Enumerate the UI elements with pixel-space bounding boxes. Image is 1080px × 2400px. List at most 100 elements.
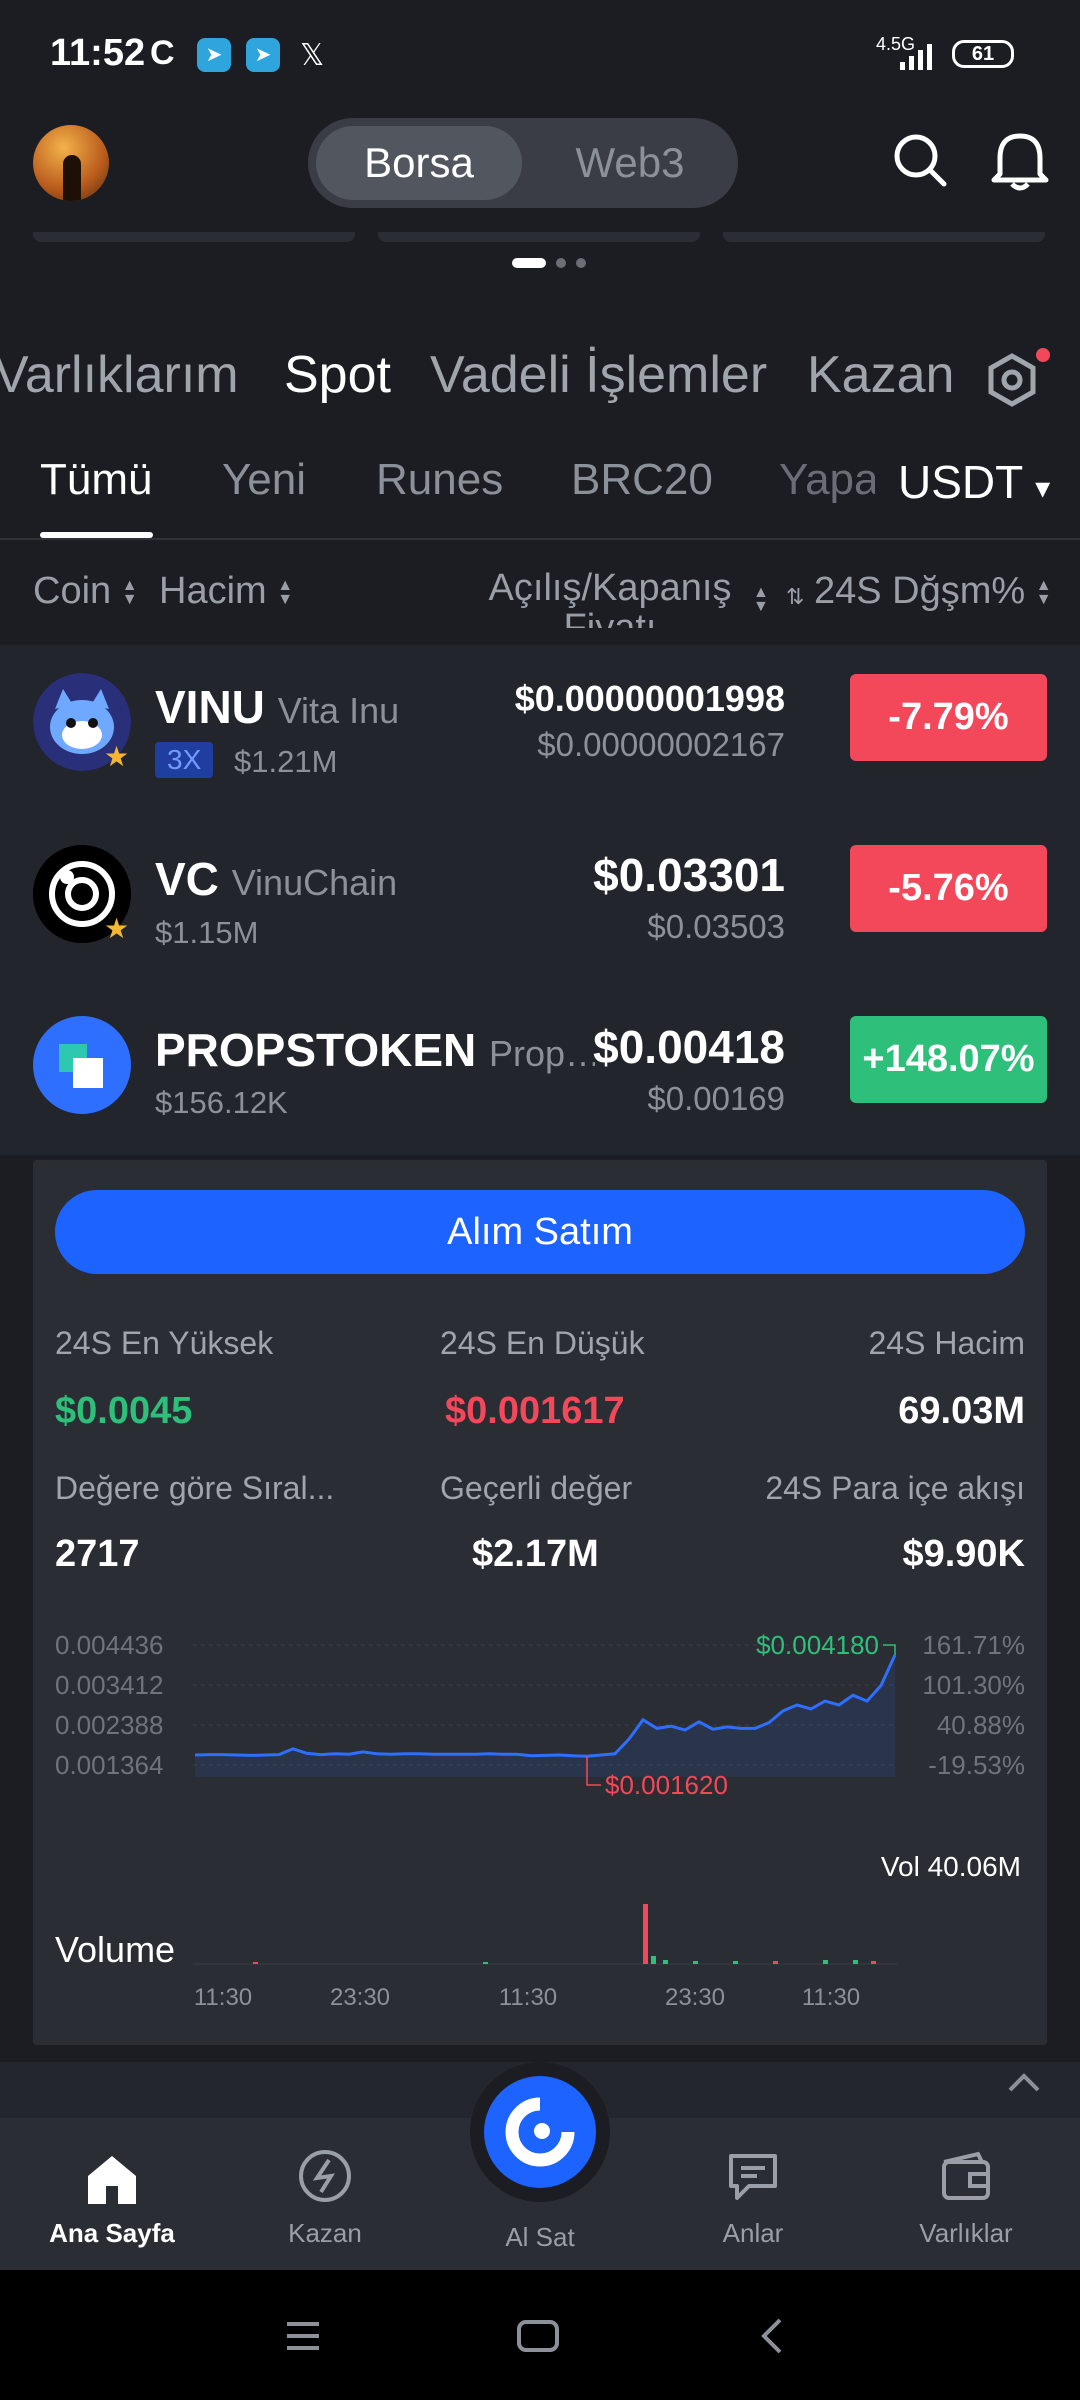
wallet-icon (942, 2151, 990, 2200)
back-icon[interactable] (754, 2316, 790, 2356)
tab-kazan[interactable]: Kazan (807, 345, 954, 405)
x-tick-label: 11:30 (499, 1984, 557, 2011)
battery-icon: 61 (952, 40, 1014, 68)
nav-assets[interactable]: Varlıklar (866, 2118, 1066, 2270)
quote-currency: USDT (898, 456, 1023, 508)
search-icon[interactable] (890, 130, 950, 190)
status-bar: 11:52 C ➤ ➤ 𝕏 4.5G 61 (0, 0, 1080, 110)
home-icon (88, 2156, 136, 2204)
nav-trade[interactable]: Al Sat (440, 2062, 640, 2270)
filter-new[interactable]: Yeni (222, 455, 306, 505)
volume-total-label: Vol 40.06M (881, 1851, 1021, 1882)
y-tick-label: 0.001364 (55, 1750, 163, 1780)
filter-more[interactable]: Yapa (779, 455, 875, 505)
y-tick-label: 0.004436 (55, 1630, 163, 1660)
stat-label: Değere göre Sıral... (55, 1470, 335, 1506)
trade-button[interactable]: Alım Satım (55, 1190, 1025, 1274)
nav-label: Al Sat (505, 2222, 575, 2252)
favorite-star-icon: ★ (104, 913, 130, 944)
nav-earn[interactable]: Kazan (225, 2118, 425, 2270)
propstoken-logo (33, 1016, 131, 1114)
volume-bar (643, 1904, 648, 1964)
price-chart-svg: 0.004436 0.003412 0.002388 0.001364 161.71% 1… (55, 1630, 1025, 2011)
settings-icon[interactable] (982, 350, 1042, 410)
high-price-label: $0.004180 (756, 1630, 879, 1660)
signal-icon (898, 38, 940, 72)
trade-fab-circle (484, 2076, 596, 2188)
coin-symbol: VC VinuChain (155, 853, 398, 905)
coin-volume: $156.12K (155, 1085, 288, 1120)
stat-rank: 2717 (55, 1533, 140, 1575)
trade-logo-icon (505, 2097, 575, 2167)
bottom-nav: Ana Sayfa Kazan Al Sat Anlar Varlıklar (0, 2062, 1080, 2270)
tab-web3[interactable]: Web3 (530, 126, 730, 200)
menu-icon[interactable] (283, 2318, 323, 2354)
stat-label: Geçerli değer (440, 1470, 633, 1506)
market-tabs: Varlıklarım Spot Vadeli İşlemler Kazan (0, 345, 1080, 415)
coin-symbol: PROPSTOKEN Prop… (155, 1023, 595, 1077)
notification-dot (1036, 348, 1050, 362)
stat-high: $0.0045 (55, 1390, 193, 1432)
avatar[interactable] (33, 125, 109, 201)
coin-price: $0.00000001998 (514, 678, 785, 719)
volume-bar (253, 1962, 258, 1964)
tab-vadeli[interactable]: Vadeli İşlemler (430, 345, 767, 405)
sort-icon: ▲ ▼ (1035, 576, 1052, 608)
nav-moments[interactable]: Anlar (653, 2118, 853, 2270)
nav-home[interactable]: Ana Sayfa (12, 2118, 212, 2270)
quote-selector[interactable]: USDT ▾ (898, 455, 1050, 515)
swap-icon[interactable]: ⇅ (786, 584, 804, 610)
column-coin[interactable]: Coin ▲ ▼ (33, 570, 138, 613)
filter-brc20[interactable]: BRC20 (571, 455, 713, 505)
filter-runes[interactable]: Runes (376, 455, 503, 505)
low-price-label: $0.001620 (605, 1770, 728, 1800)
stat-inflow: $9.90K (902, 1533, 1025, 1575)
divider (0, 538, 1080, 540)
favorite-star-icon: ★ (104, 741, 130, 772)
area-fill (195, 1655, 895, 1777)
nav-label: Anlar (722, 2218, 784, 2248)
chevron-up-icon (1004, 2068, 1044, 2103)
volume-bar (733, 1961, 738, 1964)
y-tick-label-right: 161.71% (922, 1630, 1025, 1660)
nav-label: Kazan (288, 2218, 362, 2248)
sort-icon: ▲ ▼ (753, 584, 769, 615)
price-chart[interactable]: 0.004436 0.003412 0.002388 0.001364 161.71% 1… (33, 1610, 1047, 2020)
nav-label: Varlıklar (919, 2218, 1013, 2248)
coin-price: $0.03301 (593, 849, 785, 901)
column-change[interactable]: 24S Dğşm% ▲ ▼ (814, 570, 1052, 613)
stat-label: 24S En Düşük (440, 1325, 645, 1361)
carousel-indicator (512, 258, 586, 268)
bell-icon[interactable] (990, 128, 1050, 192)
column-volume[interactable]: Hacim ▲ ▼ (159, 570, 293, 613)
system-navigation (0, 2270, 1080, 2400)
x-tick-label: 23:30 (330, 1984, 390, 2011)
coin-prev-price: $0.03503 (647, 908, 785, 945)
sort-icon: ▲ ▼ (277, 576, 294, 608)
volume-bar (773, 1961, 778, 1964)
tab-borsa[interactable]: Borsa (316, 126, 522, 200)
y-tick-label-right: 40.88% (937, 1710, 1025, 1740)
stat-label: 24S En Yüksek (55, 1325, 274, 1361)
tab-varliklarim[interactable]: Varlıklarım (0, 345, 239, 405)
coin-prev-price: $0.00169 (647, 1080, 785, 1117)
coin-name: Prop… (489, 1033, 595, 1074)
tab-spot[interactable]: Spot (284, 345, 391, 405)
sync-icon: C (150, 34, 175, 72)
stat-market-cap: $2.17M (472, 1533, 599, 1575)
coin-price: $0.00418 (593, 1021, 785, 1073)
lightning-icon (299, 2150, 351, 2202)
y-tick-label-right: 101.30% (922, 1670, 1025, 1700)
coin-name: Vita Inu (277, 690, 400, 731)
volume-bar (823, 1960, 828, 1964)
telegram-icon: ➤ (246, 38, 280, 72)
column-price[interactable]: Açılış/Kapanış Fiyatı (470, 568, 750, 628)
y-tick-label: 0.002388 (55, 1710, 163, 1740)
coin-symbol: VINU Vita Inu (155, 681, 400, 733)
x-app-icon: 𝕏 (300, 39, 325, 72)
change-badge: -5.76% (850, 845, 1047, 932)
home-button-icon[interactable] (516, 2318, 560, 2354)
stat-label: 24S Para içe akışı (765, 1470, 1025, 1506)
filter-all[interactable]: Tümü (40, 455, 152, 505)
high-marker-line (883, 1644, 896, 1655)
